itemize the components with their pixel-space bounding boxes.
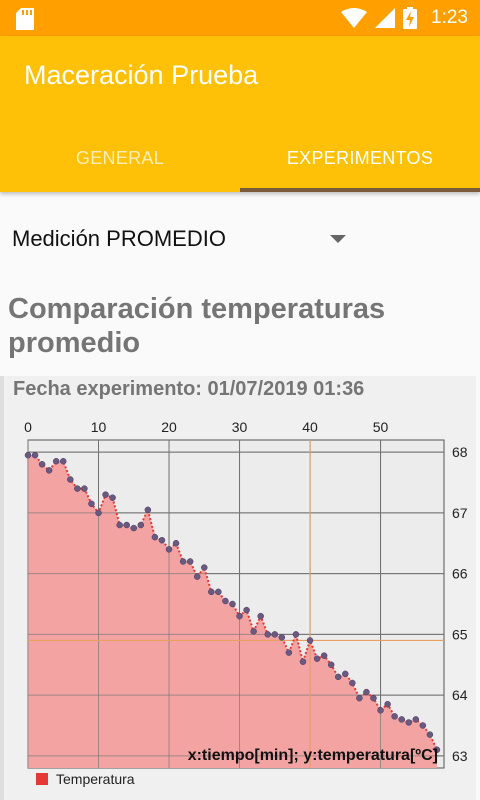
data-point [320,652,328,659]
data-point [193,573,201,580]
data-point [116,521,123,529]
app-bar: Maceración Prueba GENERAL EXPERIMENTOS [0,36,480,192]
data-point [215,588,222,596]
section-title: Comparación temperaturas promedio [8,293,386,359]
x-tick-label: 0 [24,419,32,435]
data-point [271,631,279,638]
data-point [356,694,363,702]
data-point [264,631,271,638]
data-point [67,476,74,483]
y-tick-label: 65 [452,626,468,642]
data-point [123,521,130,529]
data-point [137,521,145,529]
y-tick-label: 68 [452,444,468,460]
data-point [327,661,335,668]
data-point [257,612,264,620]
measurement-spinner[interactable]: Medición PROMEDIO [0,200,480,284]
data-point [109,494,116,501]
data-point [278,634,286,641]
data-point [102,491,109,498]
y-tick-label: 64 [452,687,468,703]
data-point [250,628,257,635]
data-point [165,546,173,553]
data-point [222,597,229,605]
data-point [24,451,32,459]
data-point [31,451,39,459]
app-title: Maceración Prueba [24,60,259,90]
y-tick-label: 63 [452,748,468,764]
data-point [95,509,102,517]
signal-icon [375,8,396,28]
status-bar: 1:23 [0,0,480,36]
data-point [158,536,166,544]
dropdown-arrow-icon [330,235,346,243]
data-point [130,524,138,532]
tab-general[interactable]: GENERAL [0,126,240,190]
battery-charging-icon [403,7,418,29]
status-time: 1:23 [431,7,468,28]
data-point [299,658,307,665]
data-point [370,694,377,702]
x-tick-label: 40 [302,419,318,435]
data-point [363,688,370,696]
y-tick-label: 67 [452,505,468,521]
data-point [377,707,384,714]
data-point [60,458,67,465]
data-point [306,637,314,644]
legend-swatch [36,773,48,785]
data-point [186,558,194,565]
data-point [88,500,95,508]
data-point [172,540,180,547]
data-point [384,700,391,708]
x-tick-label: 50 [373,419,389,435]
spinner-selected-value: Medición PROMEDIO [12,226,226,251]
wifi-icon [341,8,368,28]
data-point [426,731,434,738]
data-point [81,485,88,492]
axis-note: x:tiempo[min]; y:temperatura[ºC] [188,747,438,764]
data-point [144,506,152,514]
data-point [243,606,250,614]
data-point [412,716,420,723]
data-point [38,461,46,468]
chart-legend: Temperatura [36,771,135,787]
tab-experimentos[interactable]: EXPERIMENTOS [240,126,480,190]
legend-label: Temperatura [56,771,135,787]
data-point [74,485,81,492]
data-point [391,713,398,720]
data-point [292,631,300,638]
data-point [208,588,215,596]
sd-card-icon [16,8,34,30]
data-point [398,716,405,723]
data-point [179,558,187,565]
data-point [405,719,412,726]
x-tick-label: 20 [161,419,177,435]
data-point [201,564,208,571]
data-point [285,649,293,656]
data-point [349,679,356,687]
data-point [229,600,236,608]
y-tick-label: 66 [452,566,468,582]
data-point [151,533,159,541]
tab-indicator [240,188,480,192]
data-point [334,673,342,681]
x-tick-label: 30 [232,419,248,435]
x-tick-label: 10 [91,419,107,435]
data-point [342,670,349,678]
data-point [236,612,243,620]
data-point [52,458,60,465]
temperature-chart[interactable]: 0 10 20 30 40 50 63 64 65 66 67 68 x:tiempo[min]; y:… [0,376,472,800]
data-point [419,722,427,729]
data-point [45,467,53,474]
data-point [313,655,321,662]
